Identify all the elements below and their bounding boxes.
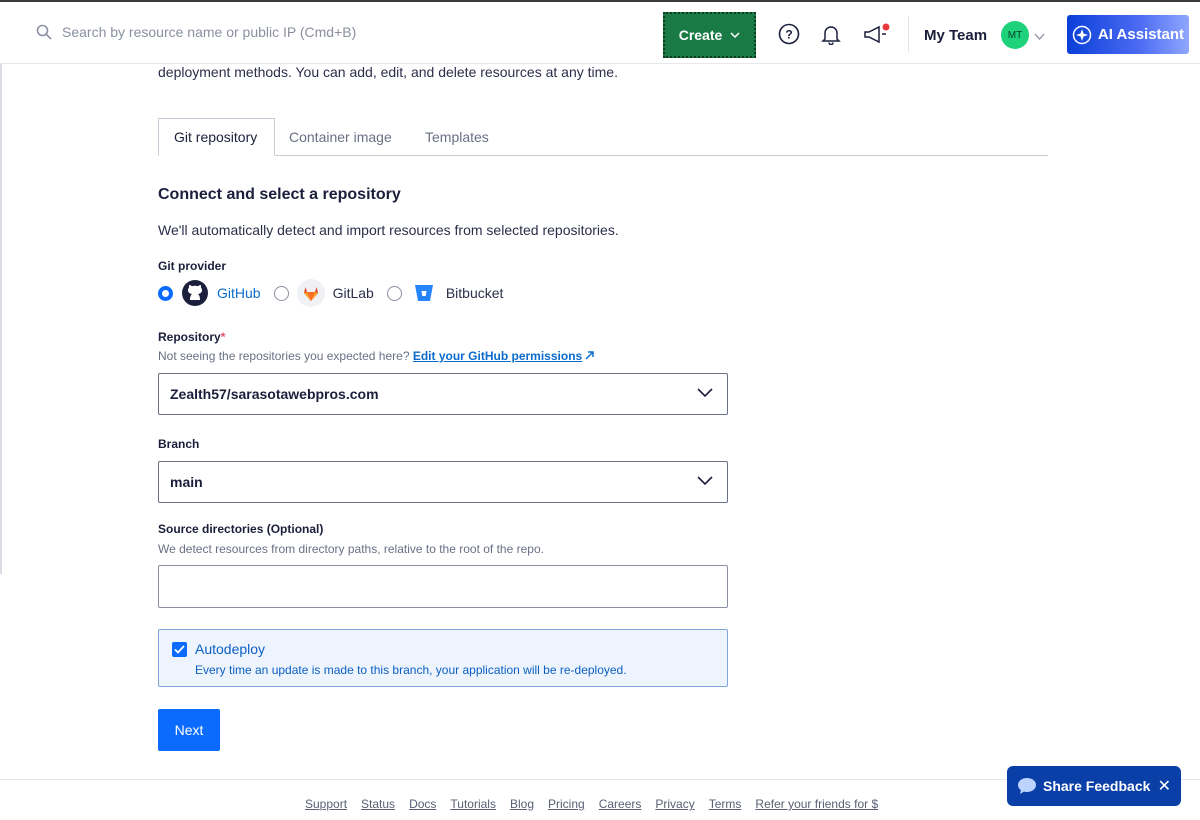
provider-gitlab[interactable]: GitLab (273, 278, 374, 308)
repository-select[interactable]: Zealth57/sarasotawebpros.com (158, 373, 728, 415)
provider-bitbucket[interactable]: Bitbucket (386, 278, 504, 308)
autodeploy-title: Autodeploy (195, 641, 266, 657)
deployment-tabs: Git repository Container image Templates (158, 118, 1048, 156)
footer-link-tutorials[interactable]: Tutorials (450, 797, 496, 811)
repository-value: Zealth57/sarasotawebpros.com (170, 386, 379, 402)
edit-github-permissions-link[interactable]: Edit your GitHub permissions (413, 349, 594, 363)
tab-label: Templates (425, 129, 489, 145)
bell-icon[interactable] (819, 22, 843, 46)
autodeploy-description: Every time an update is made to this bra… (195, 663, 627, 677)
tab-label: Container image (289, 129, 392, 145)
source-directories-helper: We detect resources from directory paths… (158, 542, 544, 556)
help-icon[interactable]: ? (777, 22, 801, 46)
close-icon[interactable]: ✕ (1158, 776, 1171, 796)
bitbucket-radio[interactable] (386, 285, 402, 301)
section-description: We'll automatically detect and import re… (158, 222, 619, 238)
footer-link-careers[interactable]: Careers (599, 797, 642, 811)
footer-links: Support Status Docs Tutorials Blog Prici… (305, 797, 878, 811)
search-icon (36, 24, 52, 40)
branch-select[interactable]: main (158, 461, 728, 503)
footer-link-referral[interactable]: Refer your friends for $ (755, 797, 878, 811)
branch-label: Branch (158, 437, 200, 451)
checkmark-icon (174, 645, 185, 654)
footer-link-docs[interactable]: Docs (409, 797, 436, 811)
source-directories-input[interactable] (158, 565, 728, 608)
search-bar[interactable]: Search by resource name or public IP (Cm… (36, 24, 356, 40)
repository-helper-text: Not seeing the repositories you expected… (158, 349, 410, 363)
repository-helper: Not seeing the repositories you expected… (158, 349, 594, 363)
tab-label: Git repository (174, 129, 258, 145)
external-link-icon (585, 351, 594, 360)
share-feedback-label: Share Feedback (1043, 778, 1151, 794)
branch-value: main (170, 474, 203, 490)
team-name[interactable]: My Team (924, 27, 987, 44)
footer-link-status[interactable]: Status (361, 797, 395, 811)
chat-bubble-icon (1018, 778, 1036, 794)
next-button[interactable]: Next (158, 709, 220, 751)
git-provider-label: Git provider (158, 259, 227, 273)
autodeploy-checkbox[interactable] (172, 642, 187, 657)
chevron-down-icon[interactable] (1034, 28, 1045, 46)
chevron-down-icon (697, 476, 713, 486)
source-directories-label: Source directories (Optional) (158, 522, 324, 536)
repository-label: Repository* (158, 330, 225, 344)
gitlab-radio[interactable] (273, 285, 289, 301)
ai-sparkle-icon (1072, 25, 1092, 44)
search-placeholder: Search by resource name or public IP (Cm… (62, 24, 357, 40)
intro-text: deployment methods. You can add, edit, a… (158, 64, 618, 80)
avatar[interactable]: MT (1001, 21, 1029, 49)
autodeploy-option[interactable]: Autodeploy Every time an update is made … (158, 629, 728, 687)
footer-link-blog[interactable]: Blog (510, 797, 534, 811)
footer-link-privacy[interactable]: Privacy (655, 797, 694, 811)
chevron-down-icon (697, 388, 713, 398)
left-edge-rule (0, 64, 2, 574)
provider-label: GitHub (217, 285, 261, 301)
bitbucket-icon (409, 278, 439, 308)
announcements-icon[interactable] (861, 22, 891, 46)
ai-assistant-button[interactable]: AI Assistant (1067, 15, 1189, 54)
footer-link-support[interactable]: Support (305, 797, 347, 811)
svg-text:?: ? (785, 28, 792, 42)
github-radio[interactable] (158, 285, 173, 301)
create-button[interactable]: Create (663, 12, 756, 58)
tab-templates[interactable]: Templates (410, 118, 504, 156)
create-label: Create (678, 27, 723, 43)
tab-container-image[interactable]: Container image (274, 118, 407, 156)
footer-link-pricing[interactable]: Pricing (548, 797, 585, 811)
github-icon (180, 278, 210, 308)
topbar-divider (908, 16, 909, 52)
ai-assistant-label: AI Assistant (1097, 26, 1185, 43)
share-feedback-widget[interactable]: Share Feedback ✕ (1007, 766, 1181, 806)
repository-label-text: Repository (158, 330, 221, 344)
provider-label: Bitbucket (445, 285, 504, 301)
footer-link-terms[interactable]: Terms (709, 797, 742, 811)
git-provider-options: GitHub GitLab Bitbucket (158, 278, 512, 308)
required-mark: * (220, 330, 226, 344)
provider-label: GitLab (332, 285, 374, 301)
tab-git-repository[interactable]: Git repository (158, 118, 275, 156)
top-navigation-bar: Search by resource name or public IP (Cm… (0, 0, 1200, 64)
gitlab-icon (296, 278, 326, 308)
chevron-down-icon (730, 31, 740, 38)
section-title: Connect and select a repository (158, 186, 401, 203)
provider-github[interactable]: GitHub (158, 278, 261, 308)
